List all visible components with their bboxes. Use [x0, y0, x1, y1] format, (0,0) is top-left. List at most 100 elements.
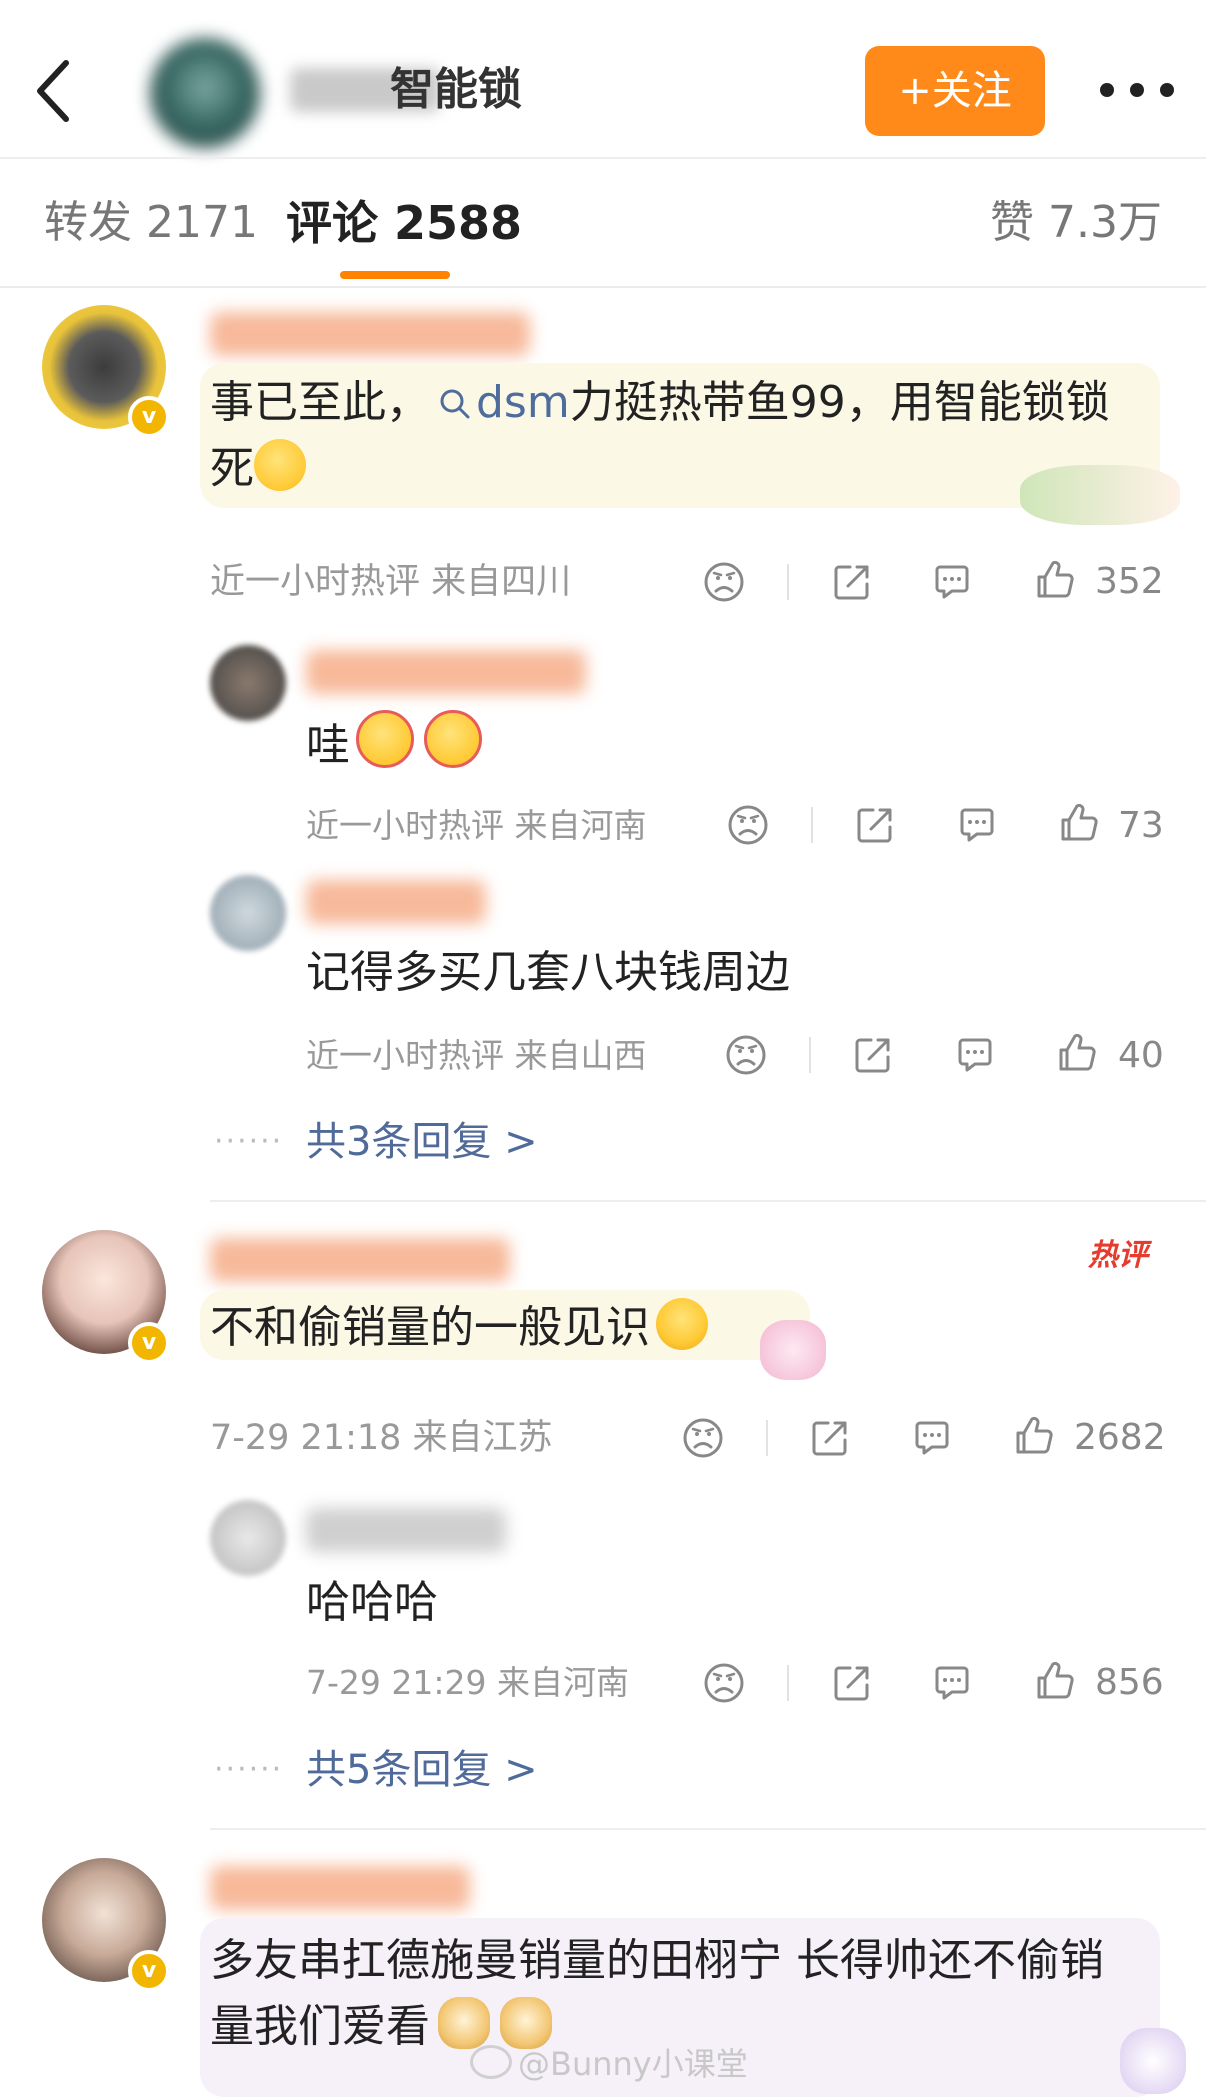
divider — [210, 1828, 1206, 1830]
reply-text: 哇 — [306, 710, 482, 779]
sad-face-icon — [702, 1661, 746, 1705]
active-tab-indicator — [340, 271, 450, 279]
tab-likes[interactable]: 赞 7.3万 — [990, 193, 1162, 253]
reply-button[interactable] — [930, 560, 974, 608]
share-button[interactable] — [830, 560, 874, 608]
sad-face-icon — [681, 1416, 725, 1460]
author-name[interactable]: 智能锁 — [390, 62, 522, 118]
top-bar: 智能锁 +关注 — [0, 0, 1206, 158]
share-button[interactable] — [853, 803, 897, 851]
verified-badge-icon: v — [128, 1950, 170, 1992]
like-count: 856 — [1095, 1662, 1164, 1703]
avatar[interactable] — [210, 1500, 286, 1576]
thumbs-up-icon — [1055, 1031, 1099, 1075]
separator — [766, 1420, 768, 1456]
sad-face-icon — [724, 1033, 768, 1077]
like-button[interactable] — [1012, 1414, 1056, 1462]
thread-dots: ······ — [214, 1124, 284, 1159]
reply-button[interactable] — [910, 1416, 954, 1464]
separator — [809, 1037, 811, 1073]
share-icon — [808, 1416, 852, 1460]
like-button[interactable] — [1055, 1031, 1099, 1079]
reply-meta: 近一小时热评 来自山西 — [306, 1036, 647, 1075]
separator — [811, 807, 813, 843]
comment-icon — [953, 1033, 997, 1077]
thumbs-up-icon — [1033, 558, 1077, 602]
dislike-button[interactable] — [702, 1661, 746, 1709]
share-button[interactable] — [830, 1661, 874, 1709]
view-more-replies-link[interactable]: 共3条回复 > — [306, 1114, 538, 1170]
laughing-emoji-icon — [424, 710, 482, 768]
weibo-logo-icon — [470, 2045, 512, 2079]
share-button[interactable] — [808, 1416, 852, 1464]
comment-icon — [955, 803, 999, 847]
more-dots-icon[interactable] — [1096, 68, 1178, 112]
divider — [0, 157, 1206, 159]
comment-text: 不和偷销量的一般见识 — [210, 1295, 708, 1361]
reply-meta: 7-29 21:29 来自河南 — [306, 1663, 629, 1702]
divider — [210, 1200, 1206, 1202]
comment-icon — [930, 560, 974, 604]
share-button[interactable] — [851, 1033, 895, 1081]
separator — [787, 1665, 789, 1701]
like-button[interactable] — [1033, 558, 1077, 606]
reply-text: 哈哈哈 — [306, 1577, 438, 1628]
watermark: @Bunny小课堂 — [470, 2042, 748, 2086]
comment-text: 事已至此， dsm力挺热带鱼99，用智能锁锁 死 — [210, 377, 1110, 494]
tab-forward[interactable]: 转发 2171 — [44, 193, 258, 253]
like-count: 40 — [1118, 1035, 1164, 1076]
username-redacted[interactable] — [306, 1508, 506, 1552]
avatar[interactable] — [210, 645, 286, 721]
thumbs-up-icon — [1057, 801, 1101, 845]
view-more-replies-link[interactable]: 共5条回复 > — [306, 1742, 538, 1798]
search-icon — [440, 389, 470, 419]
tab-comments[interactable]: 评论 2588 — [286, 193, 522, 253]
follow-button[interactable]: +关注 — [865, 46, 1045, 136]
reply-text: 记得多买几套八块钱周边 — [306, 947, 790, 998]
like-count: 73 — [1118, 805, 1164, 846]
hot-comment-badge: 热评 — [1088, 1238, 1148, 1273]
verified-badge-icon: v — [128, 1322, 170, 1364]
bunny-sticker-decoration — [1020, 465, 1180, 525]
comment-meta: 7-29 21:18 来自江苏 — [210, 1418, 553, 1458]
like-button[interactable] — [1057, 801, 1101, 849]
username-redacted[interactable] — [306, 880, 486, 924]
avatar[interactable] — [210, 875, 286, 951]
author-avatar[interactable] — [150, 38, 260, 148]
comment-icon — [910, 1416, 954, 1460]
share-icon — [830, 560, 874, 604]
sad-face-icon — [726, 803, 770, 847]
thumbs-up-icon — [1012, 1414, 1056, 1458]
verified-badge-icon: v — [128, 396, 170, 438]
reply-button[interactable] — [930, 1661, 974, 1709]
sad-face-icon — [702, 560, 746, 604]
like-button[interactable] — [1033, 1659, 1077, 1707]
share-icon — [830, 1661, 874, 1705]
comment-icon — [930, 1661, 974, 1705]
username-redacted[interactable] — [210, 312, 530, 356]
share-icon — [853, 803, 897, 847]
reply-button[interactable] — [955, 803, 999, 851]
laughing-emoji-icon — [356, 710, 414, 768]
back-button[interactable] — [28, 55, 80, 127]
dislike-button[interactable] — [702, 560, 746, 608]
separator — [787, 564, 789, 600]
reply-button[interactable] — [953, 1033, 997, 1081]
dislike-button[interactable] — [724, 1033, 768, 1081]
dislike-button[interactable] — [681, 1416, 725, 1464]
share-icon — [851, 1033, 895, 1077]
comment-text: 多友串扛德施曼销量的田栩宁 长得帅还不偷销 量我们爱看 — [210, 1935, 1104, 2052]
thumbs-up-icon — [1033, 1659, 1077, 1703]
thread-dots: ······ — [214, 1752, 284, 1787]
username-redacted[interactable] — [210, 1866, 470, 1910]
like-count: 2682 — [1074, 1417, 1166, 1458]
ghost-sticker-decoration — [1120, 2028, 1186, 2094]
topic-link[interactable]: dsm — [430, 377, 570, 428]
comment-meta: 近一小时热评 来自四川 — [210, 562, 572, 602]
like-count: 352 — [1095, 561, 1164, 602]
divider — [0, 286, 1206, 288]
username-redacted[interactable] — [210, 1238, 510, 1282]
username-redacted[interactable] — [306, 650, 586, 694]
chevron-left-icon — [37, 60, 69, 122]
dislike-button[interactable] — [726, 803, 770, 851]
